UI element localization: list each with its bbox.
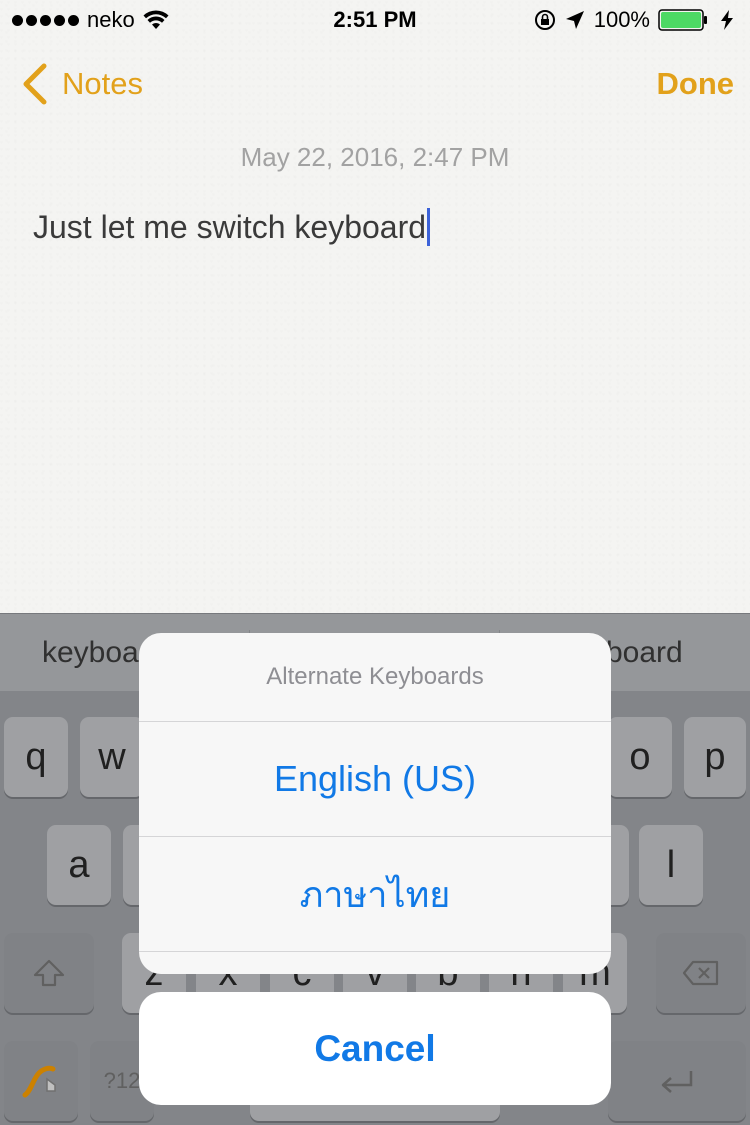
option-english-us[interactable]: English (US)	[139, 722, 611, 837]
text-cursor	[427, 208, 431, 246]
back-button-label: Notes	[62, 66, 143, 101]
charging-bolt-icon	[721, 10, 733, 30]
chevron-left-icon	[23, 63, 47, 105]
note-body[interactable]: Just let me switch keyboard	[33, 208, 431, 246]
orientation-lock-icon	[534, 10, 555, 30]
location-arrow-icon	[565, 11, 584, 29]
battery-icon	[658, 9, 707, 31]
note-date: May 22, 2016, 2:47 PM	[240, 142, 510, 172]
status-bar: neko 2:51 PM 100%	[0, 0, 750, 40]
sheet-title: Alternate Keyboards	[139, 633, 611, 722]
back-button[interactable]: Notes	[20, 62, 143, 106]
done-button[interactable]: Done	[657, 66, 735, 102]
note-text: Just let me switch keyboard	[33, 208, 427, 245]
option-thai[interactable]: ภาษาไทย	[139, 837, 611, 952]
alternate-keyboards-sheet: Alternate Keyboards English (US) ภาษาไทย	[139, 633, 611, 974]
cancel-button[interactable]: Cancel	[139, 992, 611, 1105]
battery-percent: 100%	[593, 7, 650, 32]
